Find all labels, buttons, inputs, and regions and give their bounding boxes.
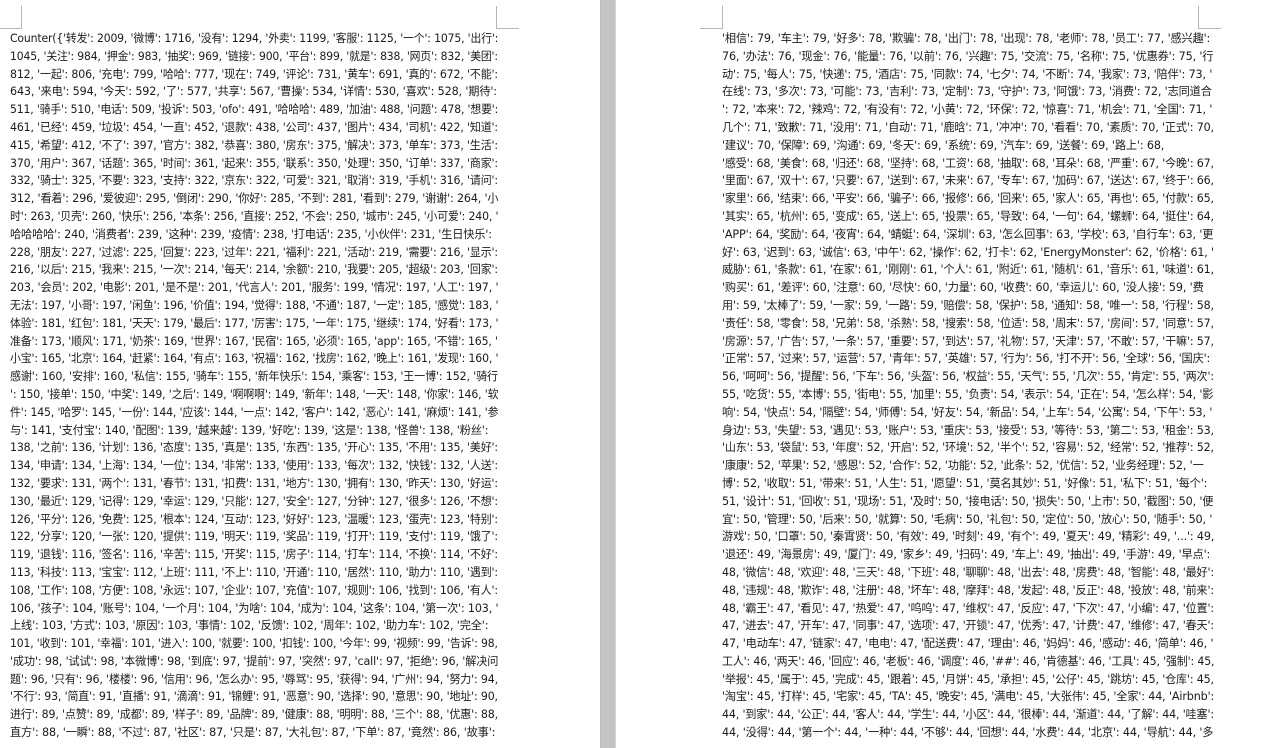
text-line: 134, '申请': 134, '上海': 134, '一位': 134, '非…	[10, 459, 498, 473]
text-line: 48, '微信': 48, '欢迎': 48, '三天': 48, '下班': …	[722, 565, 1214, 579]
text-line: 动': 75, '每人': 75, '快递': 75, '酒店': 75, '同…	[722, 67, 1213, 81]
text-line: '不行': 93, '简直': 91, '直播': 91, '滴滴': 91, …	[10, 690, 498, 704]
text-line: 题': 96, '只有': 96, '楼楼': 96, '信用': 96, '怎…	[10, 672, 498, 686]
text-line: 博': 52, '收取': 51, '带来': 51, '人生': 51, '愿…	[722, 476, 1208, 490]
text-line: ': 150, '接单': 150, '中奖': 149, '之后': 149,…	[10, 387, 499, 401]
text-line: 48, '霸王': 47, '看见': 47, '热爱': 47, '呜呜': …	[722, 601, 1214, 615]
text-line: 203, '会员': 202, '电影': 201, '是不是': 201, '…	[10, 281, 499, 295]
text-line: 130, '最近': 129, '记得': 129, '幸运': 129, '只…	[10, 494, 498, 508]
text-line: 件': 145, '哈罗': 145, '一份': 144, '应该': 144…	[10, 405, 499, 419]
text-line: 体验': 181, '红包': 181, '天天': 179, '最后': 17…	[10, 316, 499, 330]
text-line: 无法': 197, '小哥': 197, '闲鱼': 196, '价值': 19…	[10, 298, 499, 312]
text-line: 直方': 88, '一瞬': 88, '不过': 87, '社区': 87, '…	[10, 726, 496, 740]
text-line: 101, '收到': 101, '幸福': 101, '进入': 100, '就…	[10, 637, 498, 651]
text-line: 461, '已经': 459, '垃圾': 454, '一直': 452, '退…	[10, 120, 498, 134]
text-line: '正常': 57, '过来': 57, '运营': 57, '青年': 57, …	[722, 352, 1211, 366]
text-line: 48, '违规': 48, '欺诈': 48, '注册': 48, '坏车': …	[722, 583, 1214, 597]
text-line: 时': 263, '贝壳': 260, '快乐': 256, '本条': 256…	[10, 209, 499, 223]
text-line: 332, '骑士': 325, '不要': 323, '支持': 322, '京…	[10, 174, 498, 188]
text-line: 工人': 46, '两天': 46, '回应': 46, '老板': 46, '…	[722, 654, 1215, 668]
crop-mark-top-left	[0, 6, 22, 29]
document-page-left: Counter({'转发': 2009, '微博': 1716, '没有': 1…	[0, 0, 600, 748]
text-line: '购买': 61, '差评': 60, '注意': 60, '尽快': 60, …	[722, 281, 1204, 295]
text-line: '里面': 67, '双十': 67, '只要': 67, '送到': 67, …	[722, 174, 1214, 188]
text-line: 进行': 89, '点赞': 89, '成都': 89, '样子': 89, '…	[10, 708, 498, 722]
text-line: 游戏': 50, '口罩': 50, '秦霄贤': 50, '有效': 49, …	[722, 530, 1215, 544]
crop-mark-top-left	[700, 6, 723, 29]
text-line: 122, '分享': 120, '一张': 120, '提供': 119, '明…	[10, 530, 498, 544]
text-line: 126, '平分': 126, '免费': 125, '根本': 124, '互…	[10, 512, 498, 526]
text-line: 身边': 53, '失望': 53, '遇见': 53, '账户': 53, '…	[722, 423, 1214, 437]
text-line: 44, '到家': 44, '公正': 44, '客人': 44, '学生': …	[722, 708, 1214, 722]
text-line: 在线': 73, '多次': 73, '可能': 73, '吉利': 73, '…	[722, 85, 1212, 99]
text-line: '责任': 58, '零食': 58, '兄弟': 58, '杀熟': 58, …	[722, 316, 1214, 330]
text-line: 106, '孩子': 104, '账号': 104, '一个月': 104, '…	[10, 601, 499, 615]
text-line: 216, '以后': 215, '我来': 215, '一次': 214, '每…	[10, 263, 498, 277]
text-line: 47, '电动车': 47, '链家': 47, '电电': 47, '配送费'…	[722, 637, 1214, 651]
text-line: '退还': 49, '海景房': 49, '厦门': 49, '家乡': 49,…	[722, 548, 1211, 562]
text-line: '房源': 57, '广告': 57, '一条': 57, '重要': 57, …	[722, 334, 1214, 348]
text-line: 'APP': 64, '奖励': 64, '夜宵': 64, '蜻蜓': 64,…	[722, 227, 1214, 241]
text-line: '康康': 52, '苹果': 52, '感恩': 52, '合作': 52, …	[722, 459, 1204, 473]
text-line: 1045, '关注': 984, '押金': 983, '抽奖': 969, '…	[10, 49, 498, 63]
text-line: 44, '没得': 44, '第一个': 44, '一种': 44, '不够':…	[722, 726, 1214, 740]
crop-mark-top-right	[1198, 6, 1221, 29]
text-line: '相信': 79, '车主': 79, '好多': 78, '欺骗': 78, …	[722, 32, 1211, 45]
page-text-left[interactable]: Counter({'转发': 2009, '微博': 1716, '没有': 1…	[10, 30, 499, 742]
text-line: '淘宝': 45, '打样': 45, '宅家': 45, 'TA': 45, …	[722, 690, 1215, 704]
text-line: 55, '吃货': 55, '本博': 55, '街电': 55, '加里': …	[722, 387, 1214, 401]
text-line: 宜': 50, '管理': 50, '后来': 50, '就算': 50, '毛…	[722, 512, 1213, 526]
text-line: '举报': 45, '属于': 45, '完成': 45, '跟着': 45, …	[722, 672, 1214, 686]
page-gutter	[600, 0, 616, 748]
text-line: '家里': 66, '结束': 66, '平安': 66, '骗子': 66, …	[722, 192, 1214, 206]
text-line: 好': 63, '迟到': 63, '诚信': 63, '中午': 62, '操…	[722, 245, 1214, 259]
document-page-right: '相信': 79, '车主': 79, '好多': 78, '欺骗': 78, …	[616, 0, 1286, 748]
text-line: 511, '骑手': 510, '电话': 509, '投诉': 503, 'o…	[10, 103, 499, 117]
text-line: Counter({'转发': 2009, '微博': 1716, '没有': 1…	[10, 32, 499, 45]
text-line: '建议': 70, '保障': 69, '沟通': 69, '冬天': 69, …	[722, 138, 1165, 152]
text-line: 感谢': 160, '安排': 160, '私信': 155, '骑车': 15…	[10, 370, 498, 384]
crop-mark-top-right	[496, 6, 519, 29]
text-line: 小宝': 165, '北京': 164, '赶紧': 164, '有点': 16…	[10, 352, 499, 366]
text-line: 415, '希望': 412, '不了': 397, '官方': 382, '恭…	[10, 138, 498, 152]
text-line: 与': 141, '支付宝': 140, '配图': 139, '越来越': 1…	[10, 423, 489, 437]
text-line: 威胁': 61, '条款': 61, '在家': 61, '刚刚': 61, '…	[722, 263, 1214, 277]
text-line: 108, '工作': 108, '方便': 108, '永远': 107, '企…	[10, 583, 498, 597]
text-line: 643, '来电': 594, '今天': 592, '了': 577, '共享…	[10, 85, 497, 99]
text-line: 370, '用户': 367, '话题': 365, '时间': 361, '起…	[10, 156, 498, 170]
text-line: '山东': 53, '袋鼠': 53, '年度': 52, '开启': 52, …	[722, 441, 1214, 455]
text-line: 312, '看着': 296, '爱彼迎': 295, '倒闭': 290, '…	[10, 192, 499, 206]
text-line: 113, '科技': 113, '宝宝': 112, '上班': 111, '不…	[10, 565, 498, 579]
text-line: 76, '办法': 76, '现金': 76, '能量': 76, '以前': …	[722, 49, 1214, 63]
text-line: 812, '一起': 806, '充电': 799, '哈哈': 777, '现…	[10, 67, 498, 81]
text-line: 准备': 173, '顺风': 171, '奶茶': 169, '世界': 16…	[10, 334, 498, 348]
text-line: '成功': 98, '试试': 98, '本微博': 98, '到底': 97,…	[10, 654, 499, 668]
text-line: 132, '要求': 131, '两个': 131, '春节': 131, '扣…	[10, 476, 498, 490]
text-line: 用': 59, '太棒了': 59, '一家': 59, '一路': 59, '…	[722, 298, 1214, 312]
text-line: 47, '进去': 47, '开车': 47, '同事': 47, '选项': …	[722, 619, 1214, 633]
text-line: '感受': 68, '美食': 68, '归还': 68, '坚持': 68, …	[722, 156, 1214, 170]
text-line: 几个': 71, '致歉': 71, '没用': 71, '自动': 71, '…	[722, 120, 1214, 134]
text-line: ': 72, '本来': 72, '辣鸡': 72, '有没有': 72, '小…	[722, 103, 1213, 117]
text-line: 56, '呵呵': 56, '提醒': 56, '下车': 56, '头盔': …	[722, 370, 1214, 384]
page-text-right[interactable]: '相信': 79, '车主': 79, '好多': 78, '欺骗': 78, …	[722, 30, 1215, 742]
text-line: 119, '退钱': 116, '签名': 116, '辛苦': 115, '开…	[10, 548, 498, 562]
text-line: 138, '之前': 136, '计划': 136, '态度': 135, '真…	[10, 441, 498, 455]
text-line: 哈哈哈哈': 240, '消费者': 239, '这种': 239, '疫情':…	[10, 227, 492, 241]
text-line: 响': 54, '快点': 54, '隔壁': 54, '师傅': 54, '好…	[722, 405, 1213, 419]
text-line: 228, '朋友': 227, '过滤': 225, '回复': 223, '过…	[10, 245, 498, 259]
text-line: '其实': 65, '杭州': 65, '变成': 65, '送上': 65, …	[722, 209, 1214, 223]
text-line: 上线': 103, '方式': 103, '原因': 103, '事情': 10…	[10, 619, 489, 633]
text-line: 51, '设计': 51, '回收': 51, '现场': 51, '及时': …	[722, 494, 1214, 508]
